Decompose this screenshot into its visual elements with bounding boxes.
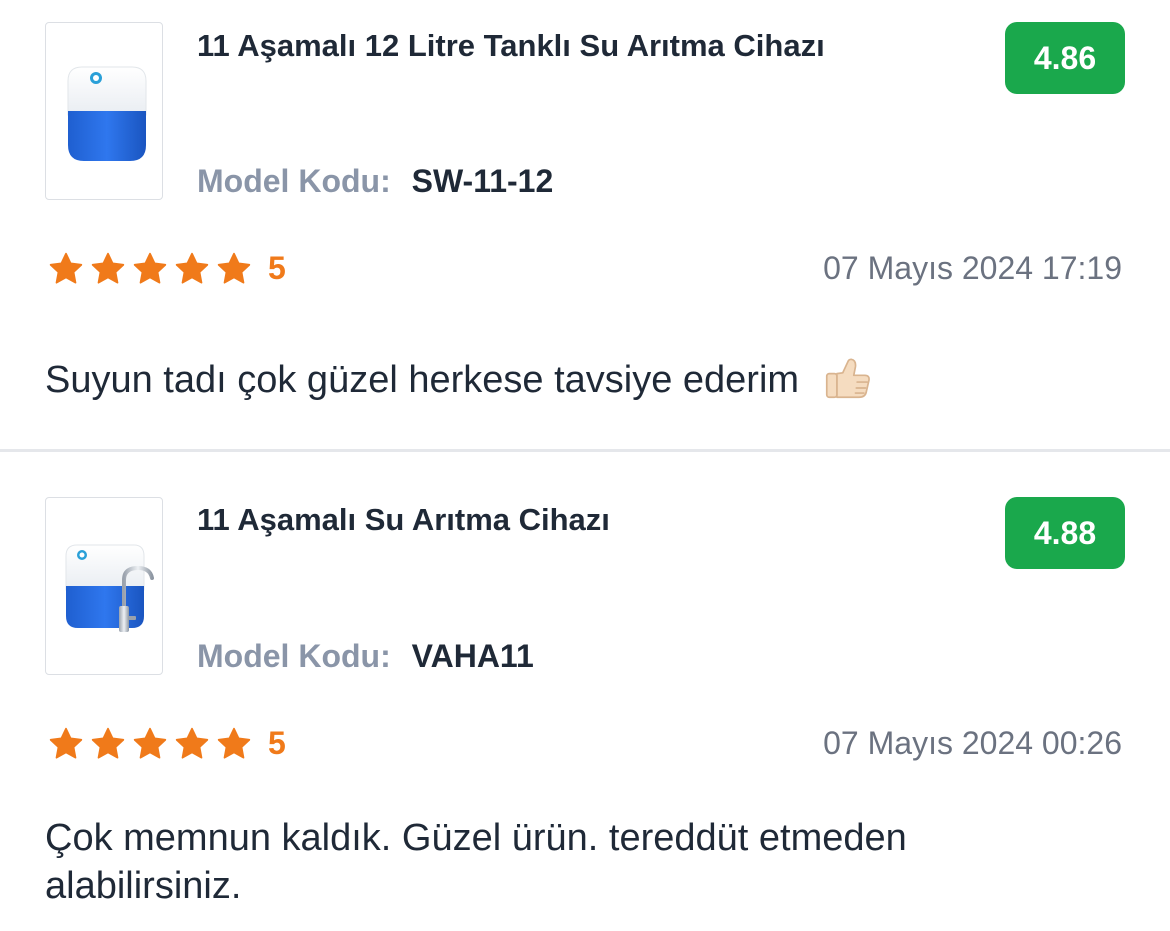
review-comment-text: Suyun tadı çok güzel herkese tavsiye ede… bbox=[45, 359, 800, 401]
review-card: 11 Aşamalı 12 Litre Tanklı Su Arıtma Cih… bbox=[0, 0, 1170, 450]
water-purifier-faucet-icon bbox=[65, 544, 154, 632]
star-icon bbox=[91, 252, 125, 284]
star-icon bbox=[49, 727, 83, 759]
product-score-badge: 4.88 bbox=[1005, 497, 1125, 569]
model-code-value: VAHA11 bbox=[411, 638, 534, 674]
review-comment: Suyun tadı çok güzel herkese tavsiye ede… bbox=[45, 350, 1045, 404]
thumbs-up-icon bbox=[825, 358, 870, 399]
model-code-value: SW-11-12 bbox=[411, 163, 554, 199]
rating-stars: 5 bbox=[48, 725, 286, 762]
rating-value: 5 bbox=[268, 250, 286, 286]
star-icon bbox=[175, 727, 209, 759]
water-purifier-tank-icon bbox=[67, 66, 147, 161]
product-title[interactable]: 11 Aşamalı Su Arıtma Cihazı bbox=[197, 502, 610, 538]
product-score-badge: 4.86 bbox=[1005, 22, 1125, 94]
product-title[interactable]: 11 Aşamalı 12 Litre Tanklı Su Arıtma Cih… bbox=[197, 28, 825, 64]
product-thumbnail[interactable] bbox=[45, 22, 163, 200]
model-code-row: Model Kodu: VAHA11 bbox=[197, 638, 534, 675]
model-code-row: Model Kodu: SW-11-12 bbox=[197, 163, 553, 200]
model-code-label: Model Kodu: bbox=[197, 163, 391, 199]
star-icon bbox=[133, 252, 167, 284]
review-card: 11 Aşamalı Su Arıtma Cihazı 4.88 Model K… bbox=[0, 452, 1170, 931]
star-icon bbox=[217, 727, 251, 759]
review-date: 07 Mayıs 2024 17:19 bbox=[823, 250, 1122, 286]
star-icon bbox=[133, 727, 167, 759]
star-icon bbox=[217, 252, 251, 284]
rating-value: 5 bbox=[268, 725, 286, 761]
model-code-label: Model Kodu: bbox=[197, 638, 391, 674]
star-icon bbox=[91, 727, 125, 759]
star-icon bbox=[175, 252, 209, 284]
star-icon bbox=[49, 252, 83, 284]
rating-stars: 5 bbox=[48, 250, 286, 287]
product-thumbnail[interactable] bbox=[45, 497, 163, 675]
review-date: 07 Mayıs 2024 00:26 bbox=[823, 725, 1122, 761]
review-comment: Çok memnun kaldık. Güzel ürün. tereddüt … bbox=[45, 817, 907, 907]
